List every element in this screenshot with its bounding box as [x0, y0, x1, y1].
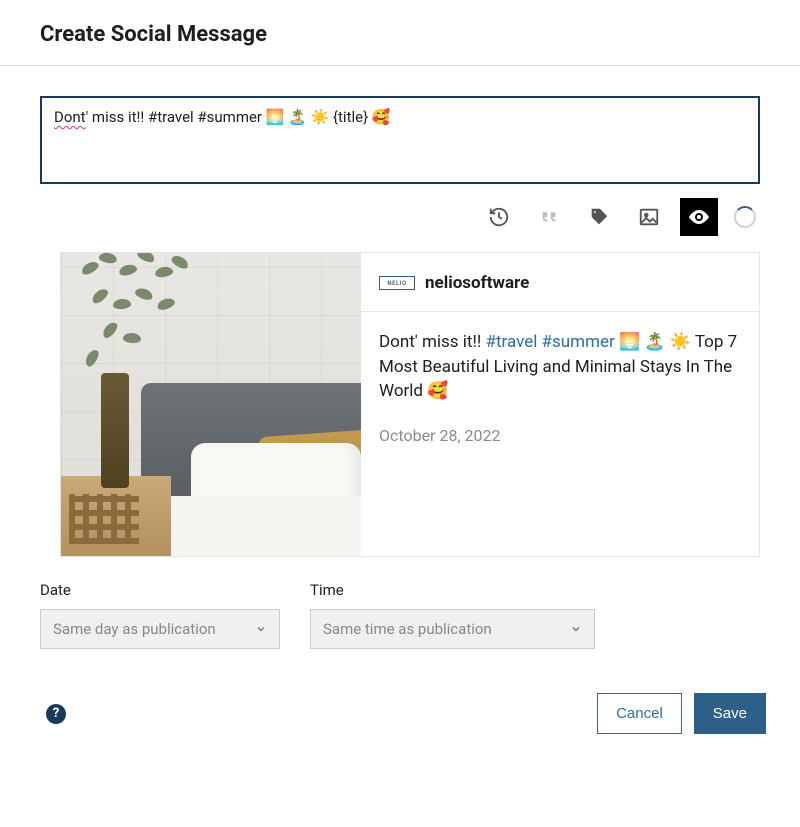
message-textarea[interactable]: Dont' miss it!! #travel #summer 🌅 🏝️ ☀️ …: [40, 96, 760, 184]
time-value: Same time as publication: [323, 620, 492, 638]
preview-emoji-end: 🥰: [427, 381, 448, 401]
footer-actions: Cancel Save: [597, 693, 766, 734]
schedule-fields: Date Same day as publication Time Same t…: [40, 581, 760, 649]
image-button[interactable]: [630, 198, 668, 236]
preview-text-pane: NELIO neliosoftware Dont' miss it!! #tra…: [361, 253, 759, 556]
help-button[interactable]: ?: [46, 704, 66, 724]
preview-button[interactable]: [680, 198, 718, 236]
preview-username: neliosoftware: [425, 273, 529, 293]
quote-icon: [538, 206, 560, 228]
preview-header: NELIO neliosoftware: [361, 253, 759, 312]
preview-date: October 28, 2022: [361, 422, 759, 449]
quote-button[interactable]: [530, 198, 568, 236]
preview-hashtags: #travel #summer: [485, 332, 614, 352]
preview-emojis: 🌅 🏝️ ☀️: [615, 332, 695, 352]
chevron-down-icon: [570, 623, 582, 635]
message-text: ' miss it!! #travel #summer 🌅 🏝️ ☀️ {tit…: [86, 108, 391, 126]
time-field: Time Same time as publication: [310, 581, 595, 649]
social-preview-card: NELIO neliosoftware Dont' miss it!! #tra…: [60, 252, 760, 557]
editor-toolbar: [40, 198, 760, 236]
save-button[interactable]: Save: [694, 693, 766, 734]
brand-logo: NELIO: [379, 276, 415, 290]
modal-header: Create Social Message: [0, 0, 800, 66]
eye-icon: [687, 205, 711, 229]
typo-word: Dont: [54, 108, 86, 126]
tag-button[interactable]: [580, 198, 618, 236]
time-select[interactable]: Same time as publication: [310, 609, 595, 649]
image-icon: [638, 206, 660, 228]
tag-icon: [588, 206, 610, 228]
preview-body: Dont' miss it!! #travel #summer 🌅 🏝️ ☀️ …: [361, 312, 759, 422]
date-label: Date: [40, 581, 280, 599]
page-title: Create Social Message: [40, 22, 760, 47]
chevron-down-icon: [255, 623, 267, 635]
preview-text-plain: Dont' miss it!!: [379, 332, 485, 352]
time-label: Time: [310, 581, 595, 599]
history-button[interactable]: [480, 198, 518, 236]
date-value: Same day as publication: [53, 620, 216, 638]
date-select[interactable]: Same day as publication: [40, 609, 280, 649]
loading-spinner: [734, 206, 756, 228]
preview-image: [61, 253, 361, 556]
cancel-button[interactable]: Cancel: [597, 693, 682, 734]
date-field: Date Same day as publication: [40, 581, 280, 649]
modal-content: Dont' miss it!! #travel #summer 🌅 🏝️ ☀️ …: [0, 66, 800, 669]
modal-footer: ? Cancel Save: [0, 669, 800, 764]
history-icon: [488, 206, 510, 228]
